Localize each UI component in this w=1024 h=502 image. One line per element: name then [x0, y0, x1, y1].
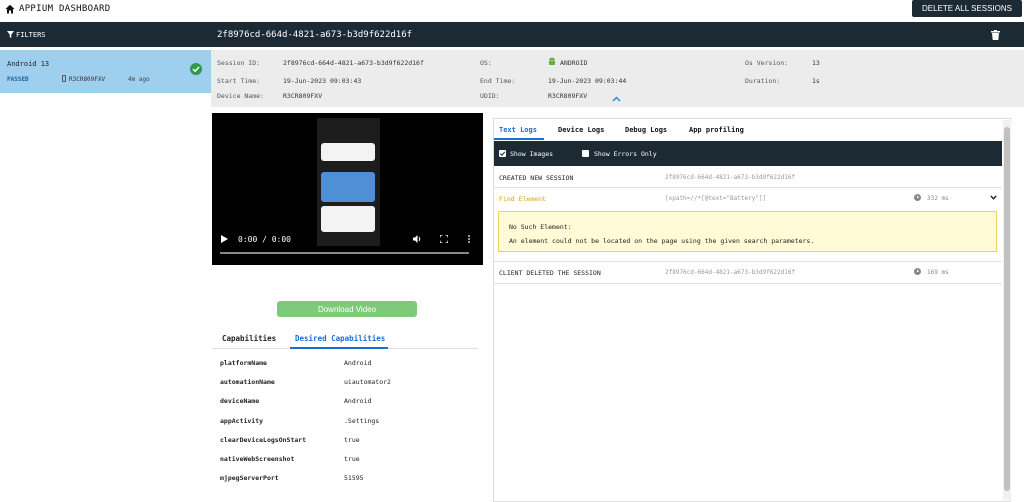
- udid-label: UDID:: [480, 92, 500, 100]
- logs-scrollbar-thumb[interactable]: [1004, 127, 1010, 491]
- start-time-label: Start Time:: [217, 77, 261, 85]
- video-progress-bar[interactable]: [220, 252, 469, 254]
- session-name: Android 13: [7, 60, 50, 68]
- log-command: CLIENT DELETED THE SESSION: [499, 269, 601, 277]
- os-label: OS:: [480, 59, 492, 67]
- cap-value: true: [344, 455, 360, 463]
- os-version-value: 13: [812, 59, 820, 67]
- clock-icon: [914, 194, 921, 201]
- video-frame-card: [321, 172, 375, 202]
- trash-icon[interactable]: [991, 30, 1000, 40]
- video-frame-card: [321, 143, 375, 161]
- chevron-up-icon[interactable]: [612, 96, 621, 102]
- device-name-label: Device Name:: [217, 92, 264, 100]
- duration-label: Duration:: [745, 77, 781, 85]
- row-divider: [494, 261, 1002, 262]
- error-message: An element could not be located on the p…: [509, 237, 815, 245]
- device-name-value: R3CR809FXV: [283, 92, 323, 100]
- log-command: Find Element: [499, 195, 546, 203]
- end-time-label: End Time:: [480, 77, 516, 85]
- log-options-bar: [494, 141, 1002, 166]
- cap-value: .Settings: [344, 417, 380, 425]
- session-id-label: Session ID:: [217, 59, 261, 67]
- session-device: R3CR809FXV: [62, 75, 105, 83]
- tab-desired-capabilities[interactable]: Desired Capabilities: [295, 334, 385, 343]
- clock-icon: [914, 268, 921, 275]
- top-bar: [0, 0, 1024, 21]
- cap-key: appActivity: [220, 417, 264, 425]
- filter-icon: [7, 31, 14, 38]
- more-options-icon[interactable]: [467, 235, 471, 243]
- tab-device-logs[interactable]: Device Logs: [558, 126, 604, 134]
- show-errors-label: Show Errors Only: [594, 150, 657, 158]
- show-errors-checkbox[interactable]: [582, 150, 589, 157]
- show-images-label: Show Images: [510, 150, 554, 158]
- session-device-label: R3CR809FXV: [69, 76, 106, 83]
- tab-app-profiling[interactable]: App profiling: [689, 126, 744, 134]
- play-icon[interactable]: [221, 235, 228, 243]
- cap-value: Android: [344, 397, 372, 405]
- fullscreen-icon[interactable]: [440, 235, 448, 243]
- udid-value: R3CR809FXV: [548, 92, 588, 100]
- check-circle-icon: [190, 63, 202, 75]
- volume-icon[interactable]: [413, 235, 423, 243]
- duration-value: 1s: [812, 77, 820, 85]
- cap-key: automationName: [220, 378, 275, 386]
- chevron-down-icon[interactable]: [990, 195, 997, 200]
- tab-debug-logs[interactable]: Debug Logs: [625, 126, 667, 134]
- phone-icon: [62, 75, 66, 82]
- app-title: APPIUM DASHBOARD: [19, 4, 111, 14]
- session-header: 2f8976cd-664d-4821-a673-b3d9f622d16f: [211, 22, 1024, 47]
- video-frame-card: [321, 206, 375, 232]
- filters-button[interactable]: FILTERS: [0, 22, 211, 47]
- home-icon[interactable]: [5, 4, 15, 14]
- cap-key: nativeWebScreenshot: [220, 455, 295, 463]
- error-box: [498, 211, 997, 252]
- os-version-label: Os Version:: [745, 59, 789, 67]
- tab-capabilities[interactable]: Capabilities: [222, 334, 276, 343]
- filters-label: FILTERS: [16, 30, 46, 39]
- active-tab-indicator: [290, 347, 388, 349]
- log-command: CREATED NEW SESSION: [499, 174, 574, 182]
- cap-key: mjpegServerPort: [220, 474, 279, 482]
- session-time: 4m ago: [128, 76, 150, 83]
- session-card[interactable]: [0, 50, 211, 93]
- android-icon: [549, 57, 555, 65]
- log-duration: 332 ms: [927, 195, 949, 202]
- download-video-button[interactable]: Download Video: [277, 301, 417, 317]
- error-title: No Such Element:: [509, 223, 572, 231]
- row-divider: [494, 187, 1002, 188]
- cap-value: Android: [344, 359, 372, 367]
- cap-key: deviceName: [220, 397, 260, 405]
- end-time-value: 19-Jun-2023 09:03:44: [548, 77, 627, 85]
- log-detail: 2f8976cd-664d-4821-a673-b3d9f622d16f: [665, 269, 796, 276]
- log-detail: [xpath=//*[@text="Battery"]]: [665, 195, 767, 202]
- show-images-checkbox[interactable]: [499, 150, 506, 157]
- start-time-value: 19-Jun-2023 09:03:43: [283, 77, 362, 85]
- cap-value: uiautomator2: [344, 378, 391, 386]
- status-badge: PASSED: [7, 76, 29, 83]
- cap-key: platformName: [220, 359, 267, 367]
- os-value: ANDROID: [560, 59, 588, 67]
- cap-key: clearDeviceLogsOnStart: [220, 436, 307, 444]
- row-divider: [494, 283, 1002, 284]
- delete-all-sessions-button[interactable]: DELETE ALL SESSIONS: [912, 0, 1022, 17]
- tab-text-logs[interactable]: Text Logs: [499, 126, 537, 134]
- cap-value: true: [344, 436, 360, 444]
- log-duration: 169 ms: [927, 269, 949, 276]
- log-detail: 2f8976cd-664d-4821-a673-b3d9f622d16f: [665, 174, 796, 181]
- active-tab-indicator: [494, 138, 544, 140]
- video-time: 0:00 / 0:00: [238, 235, 291, 244]
- session-id-value: 2f8976cd-664d-4821-a673-b3d9f622d16f: [283, 59, 424, 67]
- cap-value: 51595: [344, 474, 364, 482]
